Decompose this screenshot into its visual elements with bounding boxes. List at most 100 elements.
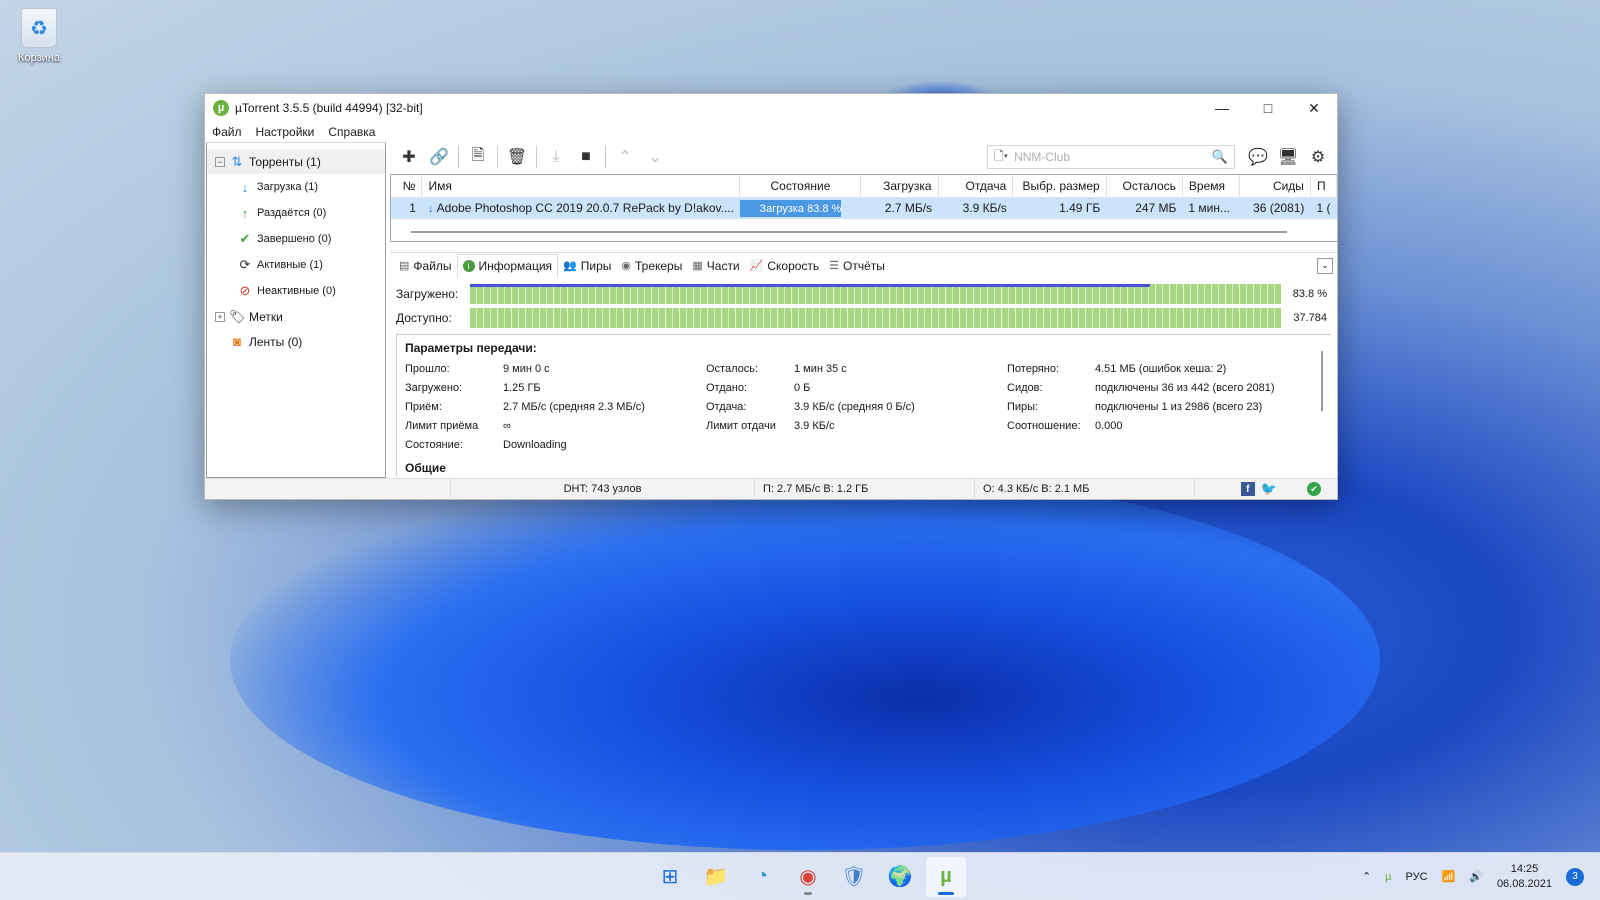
tab-label: Скорость (767, 258, 820, 273)
sidebar-item-inactive[interactable]: ⊘ Неактивные (0) (207, 278, 385, 304)
sidebar-label: Ленты (0) (249, 334, 303, 349)
taskbar-edge[interactable]: ◔ (742, 857, 782, 897)
tab-info[interactable]: i Информация (456, 253, 559, 278)
expand-toggle[interactable]: + (215, 311, 225, 322)
volume-icon[interactable]: 🔊 (1469, 870, 1483, 883)
dl-speed-value: 2.7 МБ/с (средняя 2.3 МБ/с) (503, 401, 645, 413)
taskbar-chrome[interactable]: ◉ (788, 857, 828, 897)
row-status-text: Загрузка 83.8 % (759, 203, 842, 216)
remote-button[interactable]: 🖥 (1273, 144, 1303, 170)
taskbar-app[interactable]: 🛡 (834, 857, 874, 897)
dl-speed-label: Приём: (405, 401, 442, 413)
tab-files[interactable]: ▤ Файлы (394, 254, 457, 278)
sidebar-label: Метки (249, 309, 283, 324)
col-num[interactable]: № (391, 175, 423, 198)
col-time[interactable]: Время (1182, 175, 1241, 198)
row-remaining: 247 МБ (1106, 197, 1183, 219)
remaining-label: Осталось: (706, 363, 759, 375)
sidebar-item-seeding[interactable]: ↑ Раздаётся (0) (207, 200, 385, 226)
sidebar-item-active[interactable]: ⟳ Активные (1) (207, 252, 385, 278)
peers-value: подключены 1 из 2986 (всего 23) (1095, 401, 1263, 413)
col-remaining[interactable]: Осталось (1106, 175, 1183, 198)
chevron-up-icon[interactable]: ⌃ (1362, 870, 1371, 883)
collapse-panel-button[interactable]: ⌄ (1317, 257, 1333, 274)
tab-label: Части (706, 258, 740, 273)
taskbar-explorer[interactable]: 📁 (696, 857, 736, 897)
start-button[interactable]: ⊞ (650, 857, 690, 897)
inactive-icon: ⊘ (239, 283, 251, 298)
menu-file[interactable]: Файл (212, 125, 242, 139)
start-button[interactable]: ⤓ (541, 144, 571, 170)
col-name[interactable]: Имя (421, 175, 741, 198)
row-down: 2.7 МБ/s (860, 197, 939, 219)
col-status[interactable]: Состояние (739, 175, 862, 198)
search-box[interactable]: 🗋▾ NNM-Club 🔍 (987, 145, 1235, 169)
sidebar-item-downloading[interactable]: ↓ Загрузка (1) (207, 174, 385, 200)
stop-button[interactable]: ■ (571, 144, 601, 170)
utorrent-tray-icon[interactable]: µ (1385, 871, 1391, 883)
taskbar-utorrent[interactable]: µ (926, 856, 966, 897)
menu-help[interactable]: Справка (328, 125, 375, 139)
recycle-bin-desktop-icon[interactable]: ♻ Корзина (12, 8, 66, 64)
delete-button[interactable]: 🗑 (502, 144, 532, 170)
move-up-button[interactable]: ⌃ (610, 144, 640, 170)
twitter-icon[interactable]: 🐦 (1261, 481, 1277, 497)
settings-button[interactable]: ⚙ (1303, 144, 1333, 170)
tab-peers[interactable]: 👥 Пиры (558, 254, 616, 278)
taskbar-earth[interactable]: 🌍 (880, 857, 920, 897)
transfer-params: Параметры передачи: Прошло: 9 мин 0 с Ос… (396, 334, 1331, 476)
search-input[interactable]: NNM-Club (1014, 150, 1206, 164)
close-button[interactable]: ✕ (1291, 94, 1337, 122)
add-link-button[interactable]: 🔗 (424, 144, 454, 170)
search-provider-icon[interactable]: 🗋▾ (994, 147, 1008, 168)
table-row[interactable]: 1 ↓ Adobe Photoshop CC 2019 20.0.7 RePac… (391, 197, 1337, 219)
horizontal-scrollbar[interactable] (411, 231, 1287, 233)
minimize-button[interactable]: — (1199, 94, 1245, 122)
tab-pieces[interactable]: ▦ Части (687, 254, 744, 278)
peers-icon: 👥 (563, 260, 577, 272)
upload-status[interactable]: О: 4.3 КБ/с В: 2.1 МБ (975, 478, 1195, 500)
main-pane: ✚ 🔗 🗎 🗑 ⤓ ■ ⌃ ⌄ 🗋▾ NNM-Club 🔍 💬 🖥 ⚙ № Им… (390, 142, 1337, 478)
rss-icon: ◙ (233, 334, 241, 349)
move-down-button[interactable]: ⌄ (640, 144, 670, 170)
clock[interactable]: 14:25 06.08.2021 (1497, 862, 1552, 892)
sidebar-label: Завершено (0) (257, 233, 332, 245)
row-name-text: Adobe Photoshop CC 2019 20.0.7 RePack by… (436, 201, 734, 216)
add-torrent-button[interactable]: ✚ (394, 144, 424, 170)
tab-trackers[interactable]: ◉ Трекеры (616, 254, 687, 278)
sidebar-item-feeds[interactable]: ◙ Ленты (0) (207, 329, 385, 354)
sidebar-item-labels[interactable]: + 🏷 Метки (207, 304, 385, 329)
system-tray: ⌃ µ РУС 📶 🔊 14:25 06.08.2021 3 (1362, 862, 1584, 892)
sidebar-item-completed[interactable]: ✔ Завершено (0) (207, 226, 385, 252)
col-peers[interactable]: П (1310, 175, 1337, 198)
tab-speed[interactable]: 📈 Скорость (745, 254, 825, 278)
chat-button[interactable]: 💬 (1243, 144, 1273, 170)
maximize-button[interactable]: □ (1245, 94, 1291, 122)
network-ok-icon[interactable]: ✔ (1307, 482, 1321, 496)
elapsed-value: 9 мин 0 с (503, 363, 550, 375)
col-seeds[interactable]: Сиды (1239, 175, 1311, 198)
language-indicator[interactable]: РУС (1406, 871, 1428, 883)
col-size[interactable]: Выбр. размер (1012, 175, 1107, 198)
create-torrent-button[interactable]: 🗎 (463, 144, 493, 170)
general-heading: Общие (405, 461, 446, 475)
wifi-icon[interactable]: 📶 (1442, 870, 1456, 883)
row-name: ↓ Adobe Photoshop CC 2019 20.0.7 RePack … (421, 197, 740, 219)
files-icon: ▤ (399, 260, 410, 272)
recycle-icon: ♻ (21, 8, 57, 48)
vertical-scrollbar[interactable] (1321, 351, 1323, 411)
downloaded-progress-line (470, 284, 1150, 287)
notification-badge[interactable]: 3 (1566, 867, 1584, 886)
sidebar-item-torrents[interactable]: − ⇅ Торренты (1) (207, 149, 385, 174)
download-status[interactable]: П: 2.7 МБ/с В: 1.2 ГБ (755, 478, 975, 500)
facebook-icon[interactable]: f (1240, 482, 1255, 496)
menu-settings[interactable]: Настройки (256, 125, 315, 139)
col-down[interactable]: Загрузка (860, 175, 939, 198)
title-bar[interactable]: µ µTorrent 3.5.5 (build 44994) [32-bit] … (205, 94, 1337, 122)
wasted-value: 4.51 МБ (ошибок хеша: 2) (1095, 363, 1227, 375)
col-up[interactable]: Отдача (938, 175, 1014, 198)
params-heading: Параметры передачи: (405, 341, 537, 355)
collapse-toggle[interactable]: − (215, 156, 225, 167)
tab-logs[interactable]: ☰ Отчёты (824, 254, 890, 278)
search-icon[interactable]: 🔍 (1212, 149, 1228, 165)
